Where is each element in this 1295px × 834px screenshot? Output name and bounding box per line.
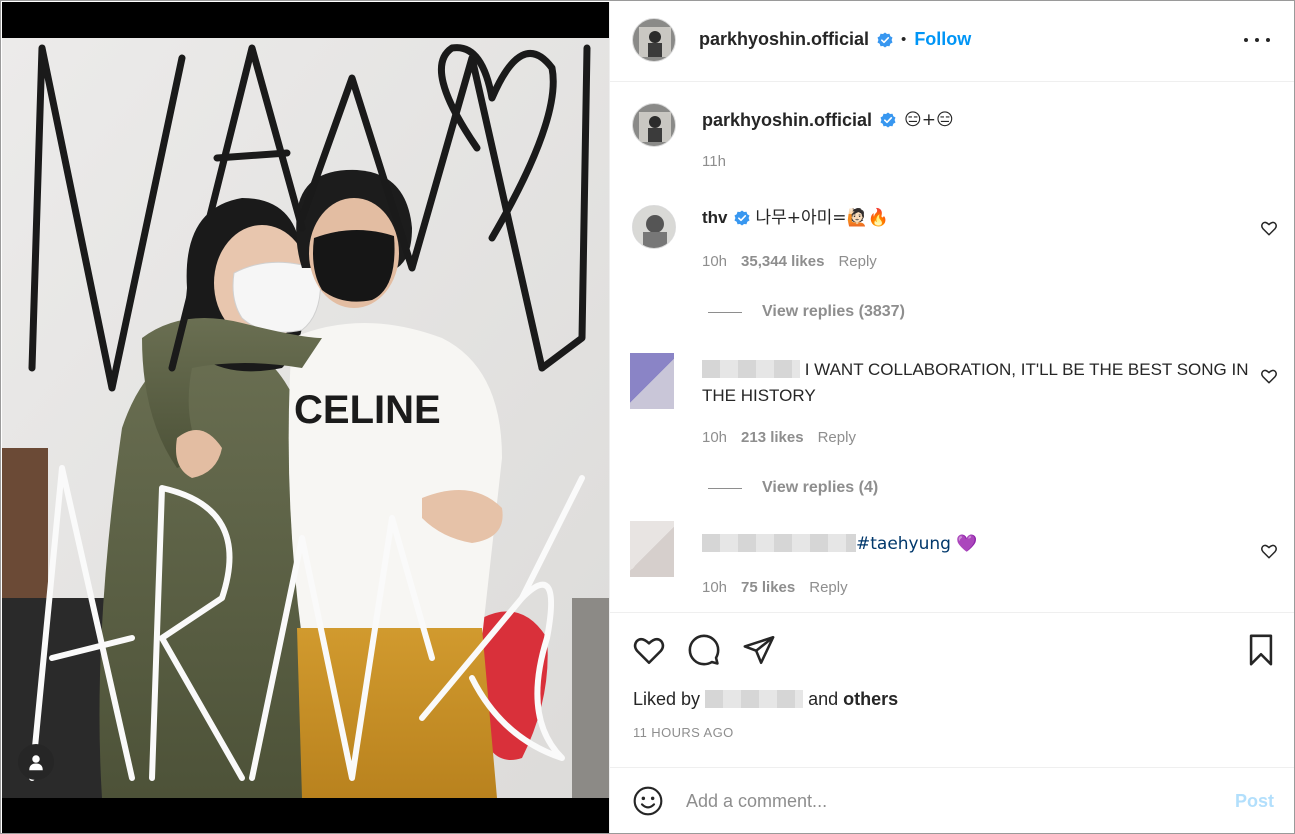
redacted-username[interactable] (702, 534, 856, 552)
save-bookmark-icon[interactable] (1244, 633, 1278, 667)
comment-body: #taehyung 💜 (702, 531, 1262, 557)
verified-badge-icon (880, 112, 896, 128)
liked-by-others-link[interactable]: others (843, 689, 898, 709)
comment-composer: Post (610, 767, 1294, 833)
like-heart-icon[interactable] (632, 633, 666, 667)
verified-badge-icon (877, 32, 893, 47)
more-dot-icon (1266, 38, 1270, 42)
commenter-avatar[interactable] (630, 353, 674, 409)
liked-by-prefix: Liked by (633, 689, 701, 709)
more-options-button[interactable] (1244, 30, 1270, 50)
post-photo[interactable]: CELINE (2, 38, 609, 798)
post-timestamp[interactable]: 11 HOURS AGO (633, 725, 734, 740)
post-comment-button[interactable]: Post (1235, 791, 1274, 812)
caption-text: 😑+😑 (904, 110, 954, 130)
emoji-smiley-icon[interactable] (632, 785, 664, 817)
caption-username[interactable]: parkhyoshin.official (702, 110, 872, 131)
comment-time[interactable]: 10h (702, 429, 727, 446)
comment-bubble-icon[interactable] (687, 633, 721, 667)
verified-badge-icon (734, 210, 749, 226)
post-media: CELINE (2, 2, 609, 833)
tagged-users-button[interactable] (18, 744, 54, 780)
more-dot-icon (1244, 38, 1248, 42)
post-sidebar: parkhyoshin.official • Follow parkhyoshi… (609, 2, 1294, 833)
commenter-avatar[interactable] (630, 521, 674, 577)
comment-meta: 10h 213 likes Reply (702, 429, 856, 446)
author-username[interactable]: parkhyoshin.official (699, 29, 869, 50)
divider-line (708, 311, 742, 313)
view-replies-label: View replies (3837) (762, 303, 905, 320)
redacted-liker[interactable] (705, 690, 804, 708)
view-replies-button[interactable]: View replies (4) (708, 479, 878, 497)
comment-meta: 10h 35,344 likes Reply (702, 253, 877, 270)
reply-button[interactable]: Reply (818, 429, 856, 446)
view-replies-label: View replies (4) (762, 479, 879, 496)
divider-line (708, 487, 742, 489)
more-dot-icon (1255, 38, 1259, 42)
share-send-icon[interactable] (742, 633, 776, 667)
commenter-username[interactable]: thv (702, 208, 728, 228)
hashtag-link[interactable]: #taehyung (856, 534, 951, 554)
author-avatar[interactable] (632, 103, 676, 147)
add-comment-input[interactable] (686, 786, 1206, 816)
reply-button[interactable]: Reply (838, 253, 876, 270)
redacted-username[interactable] (702, 360, 800, 378)
comment-likes[interactable]: 35,344 likes (741, 253, 824, 270)
like-comment-heart-icon[interactable] (1260, 367, 1278, 385)
post-header: parkhyoshin.official • Follow (610, 2, 1294, 82)
liked-by-line: Liked by and others (633, 689, 898, 710)
liked-by-middle: and (808, 689, 839, 709)
caption-time[interactable]: 11h (702, 153, 726, 170)
like-comment-heart-icon[interactable] (1260, 542, 1278, 560)
comments-list[interactable]: parkhyoshin.official 😑+😑 11h thv 나무+아미=🙋… (610, 83, 1294, 612)
user-icon (29, 755, 43, 771)
view-replies-button[interactable]: View replies (3837) (708, 303, 905, 321)
comment-time[interactable]: 10h (702, 579, 727, 596)
comment-time[interactable]: 10h (702, 253, 727, 270)
like-comment-heart-icon[interactable] (1260, 219, 1278, 237)
reply-button[interactable]: Reply (809, 579, 847, 596)
purple-heart-emoji: 💜 (956, 534, 978, 554)
comment-likes[interactable]: 213 likes (741, 429, 804, 446)
comment-likes[interactable]: 75 likes (741, 579, 795, 596)
follow-button[interactable]: Follow (914, 29, 971, 50)
comment-text: 나무+아미=🙋🏻🔥 (755, 208, 889, 228)
commenter-avatar[interactable] (632, 205, 676, 249)
comment-meta: 10h 75 likes Reply (702, 579, 848, 596)
separator-dot: • (901, 31, 907, 48)
post-dialog: CELINE parkhyoshin.official • Follow par… (0, 0, 1295, 834)
post-actions: Liked by and others 11 HOURS AGO (610, 612, 1294, 767)
author-avatar[interactable] (632, 18, 676, 62)
comment-body: I WANT COLLABORATION, IT'LL BE THE BEST … (702, 357, 1262, 409)
shirt-print: CELINE (294, 388, 441, 432)
